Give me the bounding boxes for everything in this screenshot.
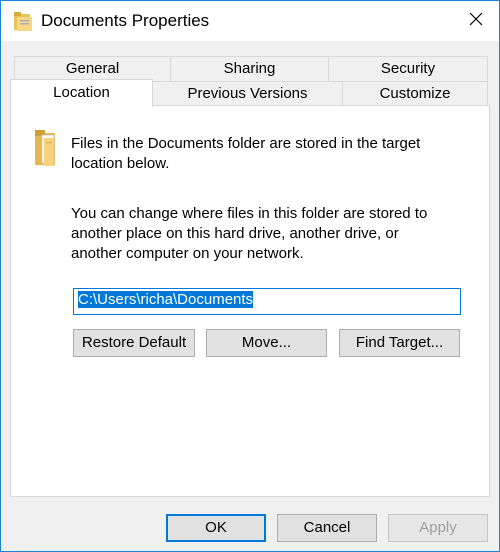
button-label: Find Target... <box>355 334 444 351</box>
button-label: OK <box>205 519 227 536</box>
tab-previous-versions[interactable]: Previous Versions <box>152 81 343 106</box>
tab-label: Customize <box>379 85 451 102</box>
tab-label: Previous Versions <box>187 85 308 102</box>
ok-button[interactable]: OK <box>166 514 266 542</box>
location-path-input[interactable]: C:\Users\richa\Documents <box>73 288 461 315</box>
button-label: Apply <box>419 519 457 536</box>
tab-label: Location <box>53 84 110 101</box>
close-button[interactable] <box>453 1 499 41</box>
tab-location[interactable]: Location <box>10 79 153 107</box>
title-bar[interactable]: Documents Properties <box>1 1 499 41</box>
close-icon <box>469 12 483 30</box>
tab-label: Security <box>380 60 436 77</box>
button-label: Cancel <box>303 519 351 536</box>
tab-sharing[interactable]: Sharing <box>170 56 329 82</box>
folder-icon <box>34 129 64 167</box>
apply-button[interactable]: Apply <box>388 514 488 542</box>
button-label: Move... <box>241 334 292 351</box>
restore-default-button[interactable]: Restore Default <box>73 329 195 357</box>
move-button[interactable]: Move... <box>206 329 327 357</box>
tab-customize[interactable]: Customize <box>342 81 488 106</box>
cancel-button[interactable]: Cancel <box>277 514 377 542</box>
tab-label: Sharing <box>223 60 276 77</box>
find-target-button[interactable]: Find Target... <box>339 329 460 357</box>
location-info-text: Files in the Documents folder are stored… <box>71 135 421 172</box>
tab-security[interactable]: Security <box>328 56 488 82</box>
window-title: Documents Properties <box>41 11 210 30</box>
button-label: Restore Default <box>81 334 187 351</box>
location-path-value: C:\Users\richa\Documents <box>78 291 254 308</box>
folder-properties-icon <box>13 10 33 32</box>
tab-label: General <box>65 60 120 77</box>
properties-dialog: Documents Properties General Sharing Sec… <box>0 0 500 552</box>
change-location-text: You can change where files in this folde… <box>71 205 428 262</box>
